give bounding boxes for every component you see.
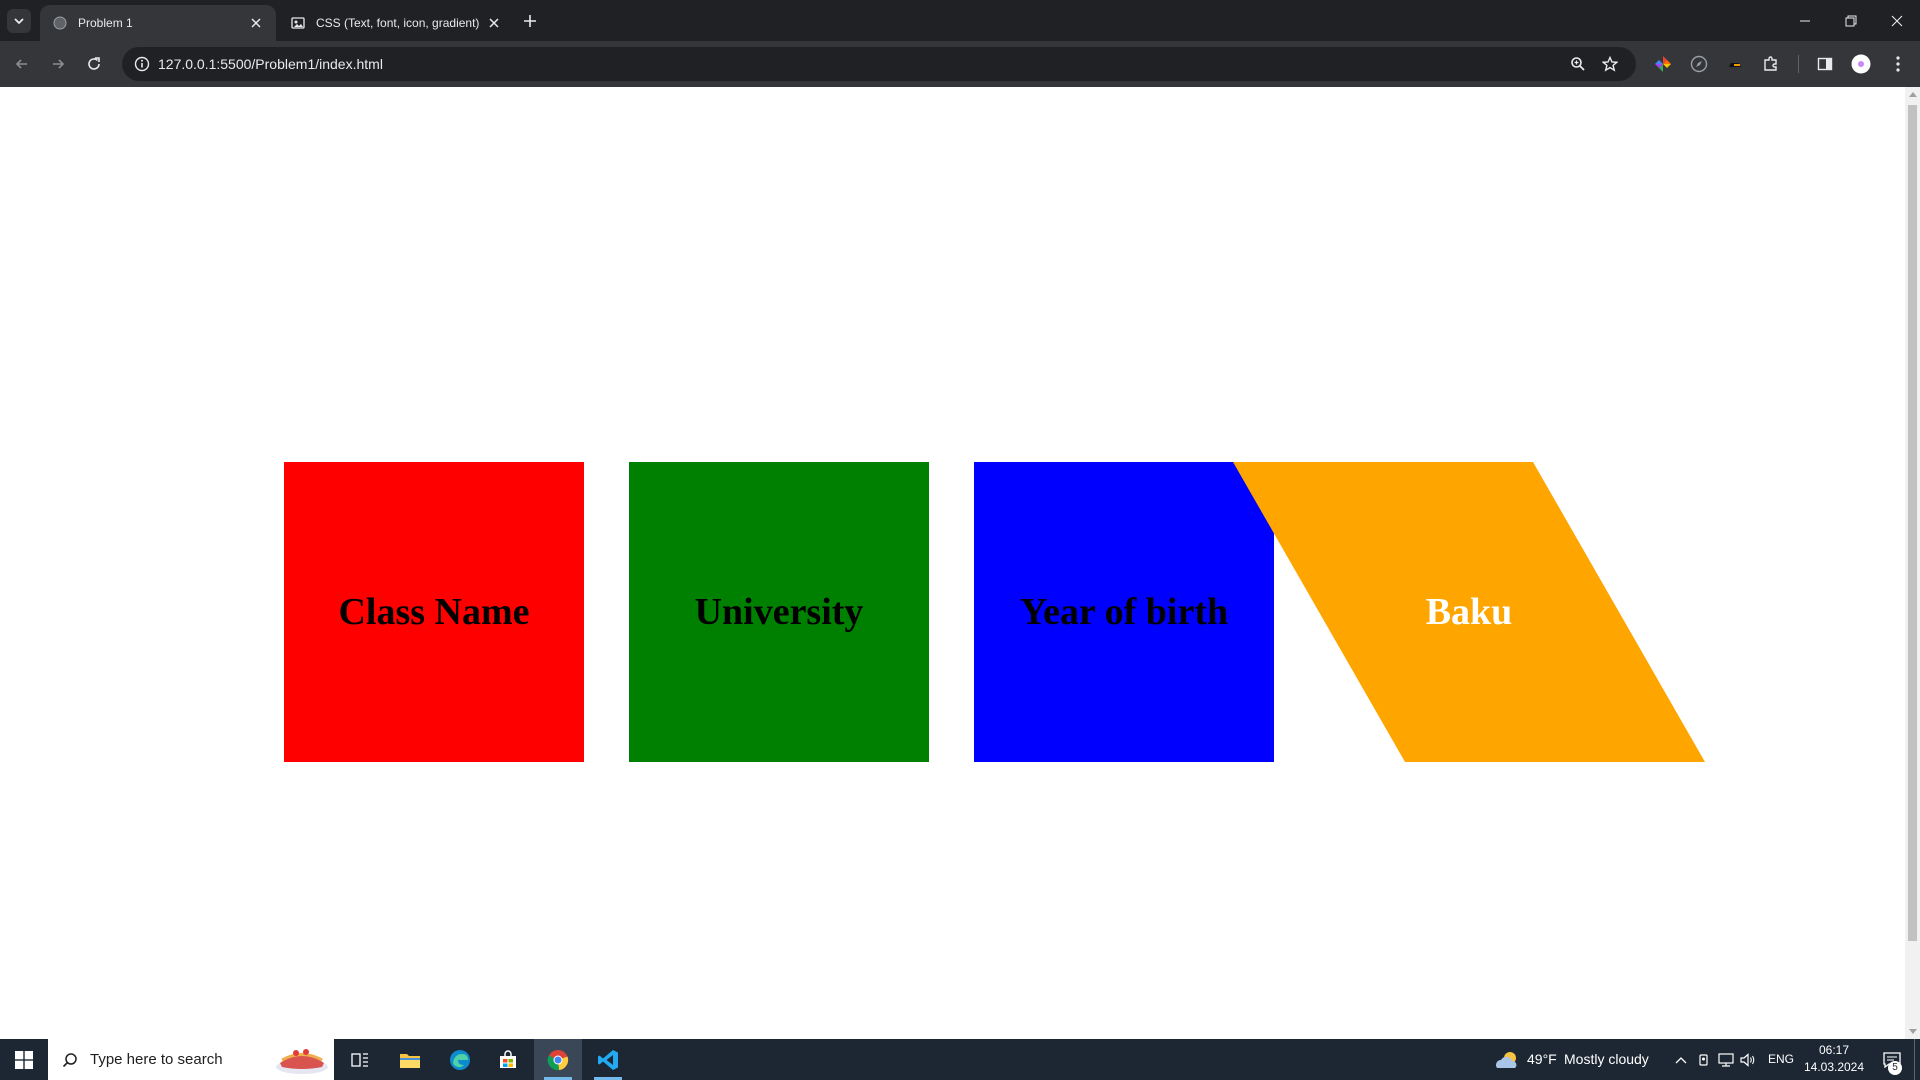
scroll-up-icon[interactable] — [1908, 90, 1917, 99]
page-scrollbar[interactable] — [1905, 87, 1920, 1039]
image-icon — [290, 15, 306, 31]
windows-logo-icon — [15, 1050, 33, 1069]
color-extension-icon[interactable] — [1651, 52, 1675, 76]
university-label: University — [694, 591, 864, 633]
folder-icon — [400, 1053, 420, 1068]
back-button[interactable] — [10, 52, 34, 76]
microsoft-store-button[interactable] — [484, 1039, 532, 1080]
store-icon — [500, 1049, 516, 1068]
bookmark-star-icon[interactable] — [1598, 52, 1622, 76]
chrome-icon — [547, 1049, 569, 1070]
browser-toolbar: 127.0.0.1:5500/Problem1/index.html — [0, 41, 1920, 87]
network-icon[interactable] — [1715, 1039, 1737, 1080]
task-view-button[interactable] — [336, 1039, 384, 1080]
restore-button[interactable] — [1828, 0, 1874, 41]
weather-cloud-icon — [1496, 1052, 1517, 1068]
vscode-icon — [598, 1049, 618, 1070]
tab-css-text-font[interactable]: CSS (Text, font, icon, gradient) — [278, 5, 514, 41]
url-text: 127.0.0.1:5500/Problem1/index.html — [158, 56, 383, 72]
tab-strip: Problem 1 CSS (Text, font, icon, gradien… — [0, 0, 1920, 41]
forward-button[interactable] — [46, 52, 70, 76]
side-panel-icon[interactable] — [1813, 52, 1837, 76]
toolbar-divider — [1798, 55, 1799, 73]
clock-date: 14.03.2024 — [1803, 1060, 1865, 1074]
zoom-icon[interactable] — [1566, 52, 1590, 76]
volume-icon[interactable] — [1737, 1039, 1759, 1080]
weather-temperature[interactable]: 49°F — [1527, 1039, 1557, 1080]
class-name-box: Class Name — [284, 462, 584, 762]
hat-extension-icon[interactable] — [1723, 52, 1747, 76]
address-bar[interactable]: 127.0.0.1:5500/Problem1/index.html — [122, 47, 1636, 81]
university-box: University — [629, 462, 929, 762]
minimize-button[interactable] — [1782, 0, 1828, 41]
notification-count-badge: 5 — [1888, 1061, 1902, 1075]
chevron-up-icon — [1675, 1056, 1687, 1063]
scroll-thumb[interactable] — [1908, 105, 1917, 941]
class-name-label: Class Name — [338, 591, 530, 633]
clock-time: 06:17 — [1818, 1043, 1850, 1057]
close-tab-icon[interactable] — [484, 13, 504, 33]
arrow-right-icon — [53, 59, 65, 69]
screen: Problem 1 CSS (Text, font, icon, gradien… — [0, 0, 1920, 1080]
arrow-left-icon — [15, 59, 27, 69]
taskbar-search-box[interactable]: Type here to search — [48, 1039, 334, 1080]
close-window-button[interactable] — [1874, 0, 1920, 41]
year-of-birth-box: Year of birth — [974, 462, 1274, 762]
close-tab-icon[interactable] — [246, 13, 266, 33]
edge-browser-button[interactable] — [436, 1039, 484, 1080]
search-icon — [62, 1052, 77, 1067]
input-language[interactable]: ENG — [1768, 1039, 1794, 1080]
show-hidden-icons-button[interactable] — [1669, 1039, 1693, 1080]
tab-search-button[interactable] — [7, 9, 31, 33]
compass-extension-icon[interactable] — [1687, 52, 1711, 76]
baku-box: Baku — [1233, 462, 1705, 762]
minimize-icon — [1800, 20, 1810, 21]
tab-title: Problem 1 — [78, 16, 133, 30]
baku-label: Baku — [1425, 591, 1513, 633]
tab-title: CSS (Text, font, icon, gradient) — [316, 16, 480, 30]
show-desktop-divider[interactable] — [1914, 1039, 1915, 1080]
pie-illustration-icon — [276, 1049, 328, 1074]
chrome-taskbar-button[interactable] — [534, 1039, 582, 1080]
scroll-down-icon[interactable] — [1908, 1027, 1917, 1036]
new-tab-button[interactable] — [518, 9, 542, 33]
close-icon — [1891, 15, 1903, 26]
reload-button[interactable] — [82, 52, 106, 76]
task-view-icon — [351, 1052, 368, 1067]
vscode-taskbar-button[interactable] — [584, 1039, 632, 1080]
year-of-birth-label: Year of birth — [1019, 591, 1229, 633]
windows-taskbar: Type here to search 49°F Mostly cloudy E… — [0, 1039, 1920, 1080]
file-explorer-button[interactable] — [386, 1039, 434, 1080]
site-info-icon[interactable] — [130, 52, 154, 76]
start-button[interactable] — [0, 1039, 48, 1080]
profile-avatar[interactable] — [1849, 52, 1873, 76]
plus-icon — [524, 15, 536, 27]
weather-condition[interactable]: Mostly cloudy — [1564, 1039, 1649, 1080]
clock[interactable]: 06:17 14.03.2024 — [1798, 1042, 1870, 1076]
tab-problem-1[interactable]: Problem 1 — [40, 5, 276, 41]
meet-now-icon[interactable] — [1693, 1039, 1715, 1080]
menu-kebab-icon[interactable] — [1886, 52, 1910, 76]
reload-icon — [88, 57, 100, 70]
restore-icon — [1845, 15, 1857, 26]
edge-icon — [450, 1049, 470, 1070]
extensions-puzzle-icon[interactable] — [1759, 52, 1783, 76]
globe-icon — [52, 15, 68, 31]
chevron-down-icon — [14, 18, 24, 25]
page-viewport: Class Name University Year of birth Baku — [0, 87, 1920, 1039]
search-placeholder: Type here to search — [90, 1051, 223, 1068]
